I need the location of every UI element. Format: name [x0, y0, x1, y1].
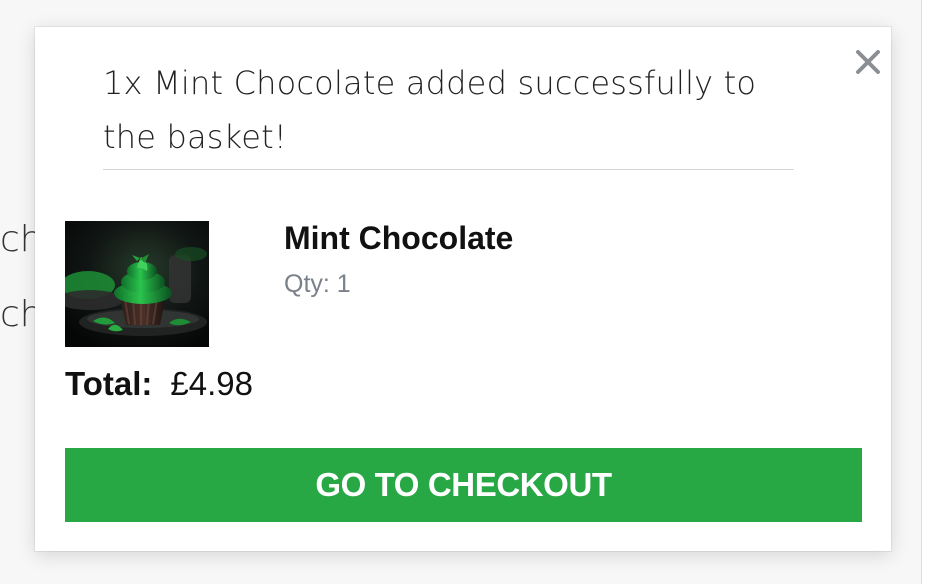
total-label: Total: [65, 365, 153, 402]
product-quantity: Qty: 1 [284, 270, 351, 298]
close-button[interactable] [851, 45, 885, 79]
go-to-checkout-button[interactable]: GO TO CHECKOUT [65, 448, 862, 522]
page-scrollbar-edge [921, 0, 936, 584]
success-message: 1x Mint Chocolate added successfully to … [103, 64, 757, 156]
total-value: £4.98 [170, 365, 253, 402]
message-divider [103, 169, 794, 170]
mint-cupcake-image [65, 221, 209, 347]
basket-total: Total: £4.98 [65, 361, 253, 407]
close-icon [856, 50, 880, 74]
basket-confirmation-modal: 1x Mint Chocolate added successfully to … [35, 27, 891, 551]
product-name: Mint Chocolate [284, 220, 514, 256]
page-background: ch ch 1x Mint Chocolate added successful… [0, 0, 936, 584]
